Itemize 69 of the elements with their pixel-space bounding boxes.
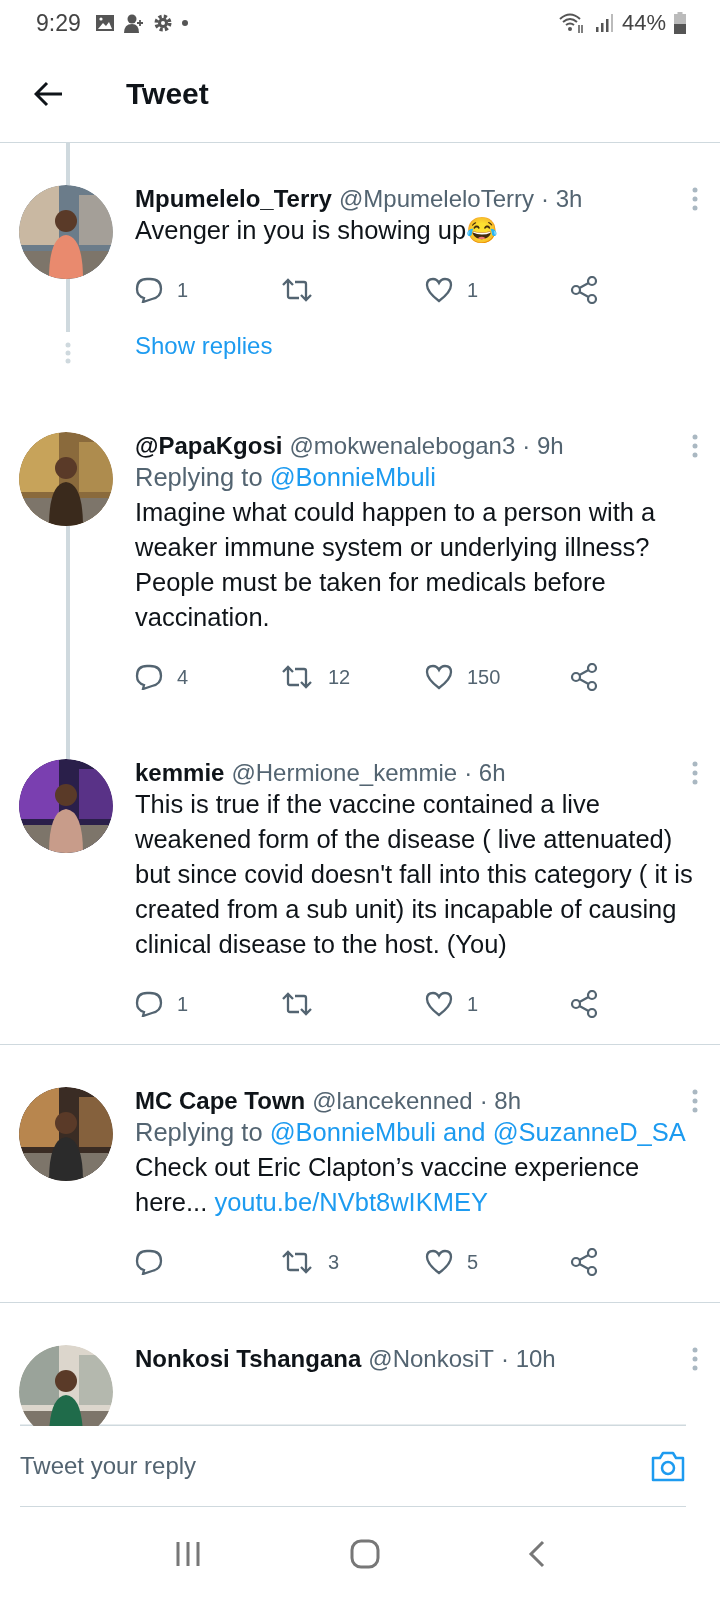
reply-input[interactable]: Tweet your reply [20, 1452, 650, 1480]
tweet-time: · 9h [522, 432, 564, 460]
share-icon[interactable] [570, 663, 598, 691]
retweet-count: 3 [328, 1250, 340, 1274]
battery-percent: 44% [621, 10, 666, 36]
gear-icon [152, 13, 173, 33]
share-icon[interactable] [570, 276, 598, 304]
display-name[interactable]: Nonkosi Tshangana [135, 1345, 362, 1373]
reply-count: 1 [177, 992, 189, 1016]
signal-icon [593, 13, 614, 33]
user-handle: @Hermione_kemmie [231, 759, 458, 787]
like-count: 1 [467, 278, 479, 302]
retweet-count: 12 [328, 665, 351, 689]
user-handle: @NonkosiT [368, 1345, 494, 1373]
heart-icon[interactable] [425, 277, 453, 303]
battery-icon [674, 12, 686, 34]
reply-icon[interactable] [135, 664, 163, 690]
home-icon[interactable] [350, 1538, 380, 1569]
mention-link[interactable]: and [443, 1118, 486, 1146]
tweet-text: Imagine what could happen to a person with a weaker immune system or underlying illness? People must be taken for medicals before vaccination. [135, 497, 657, 633]
user-handle: @lancekenned [312, 1087, 473, 1115]
thread-dots-icon [64, 342, 71, 364]
tweet-text: This is true if the vaccine contained a live weakened form of the disease ( live attenuated) but since covid doesn't fall into this category ( it is created from a sub unit) its incapable of causing clinical disease to the host. (You) [135, 789, 694, 960]
display-name[interactable]: MC Cape Town [135, 1087, 306, 1115]
recent-apps-icon[interactable] [174, 1539, 202, 1568]
reply-count: 1 [177, 278, 189, 302]
dot-icon [180, 19, 189, 27]
share-icon[interactable] [570, 990, 598, 1018]
heart-icon[interactable] [425, 664, 453, 690]
status-time: 9:29 [36, 9, 81, 37]
mention-link[interactable]: @BonnieMbuli [269, 463, 436, 491]
camera-icon[interactable] [650, 1450, 686, 1482]
retweet-icon[interactable] [280, 664, 314, 690]
replying-to-label: Replying to [135, 1118, 263, 1146]
page-title: Tweet [126, 77, 209, 111]
tweet-text: Check out Eric Clapton’s vaccine experience here... youtu.be/NVbt8wIKMEY [135, 1152, 641, 1218]
like-count: 5 [467, 1250, 479, 1274]
reply-icon[interactable] [135, 991, 163, 1017]
tweet-time: · 3h [541, 185, 583, 213]
back-arrow-icon[interactable] [34, 81, 64, 107]
url-link[interactable]: youtu.be/NVbt8wIKMEY [214, 1188, 488, 1216]
reply-count: 4 [177, 665, 189, 689]
like-count: 150 [467, 665, 501, 689]
tweet-time: · 6h [464, 759, 506, 787]
display-name[interactable]: @PapaKgosi [135, 432, 283, 460]
like-count: 1 [467, 992, 479, 1016]
retweet-icon[interactable] [280, 1249, 314, 1275]
tweet-text: Avenger in you is showing up😂 [135, 215, 500, 246]
retweet-icon[interactable] [280, 991, 314, 1017]
reply-icon[interactable] [135, 1249, 163, 1275]
reply-icon[interactable] [135, 277, 163, 303]
mention-link[interactable]: @BonnieMbuli [269, 1118, 436, 1146]
share-icon[interactable] [570, 1248, 598, 1276]
show-replies-link[interactable]: Show replies [135, 326, 698, 390]
wifi-icon [557, 12, 586, 34]
replying-to-label: Replying to [135, 463, 263, 491]
tweet-time: · 10h [501, 1345, 556, 1373]
mention-link[interactable]: @SuzanneD_SA [492, 1118, 686, 1146]
back-icon[interactable] [528, 1539, 546, 1568]
display-name[interactable]: Mpumelelo_Terry [135, 185, 332, 213]
tweet-time: · 8h [479, 1087, 522, 1115]
display-name[interactable]: kemmie [135, 759, 225, 787]
user-handle: @MpumeleloTerry [338, 185, 535, 213]
heart-icon[interactable] [425, 1249, 453, 1275]
gallery-icon [94, 14, 115, 32]
person-add-icon [122, 13, 145, 33]
user-handle: @mokwenalebogan3 [289, 432, 516, 460]
heart-icon[interactable] [425, 991, 453, 1017]
retweet-icon[interactable] [280, 277, 314, 303]
